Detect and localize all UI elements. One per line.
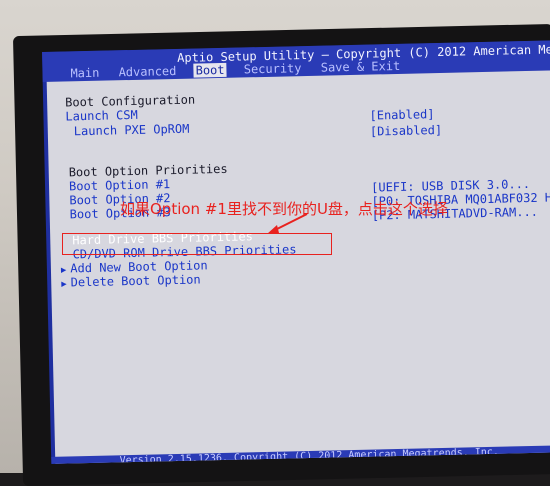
tab-boot[interactable]: Boot bbox=[193, 62, 227, 78]
launch-csm-item[interactable]: Launch CSM bbox=[65, 108, 138, 124]
submenu-arrow-icon: ▶ bbox=[61, 279, 67, 290]
tab-save-exit[interactable]: Save & Exit bbox=[319, 59, 403, 75]
delete-boot-option-item[interactable]: ▶ Delete Boot Option bbox=[61, 272, 201, 289]
delete-boot-option-label: Delete Boot Option bbox=[70, 272, 201, 290]
tab-main[interactable]: Main bbox=[68, 66, 101, 81]
submenu-arrow-icon: ▶ bbox=[60, 265, 67, 276]
launch-csm-value[interactable]: [Enabled] bbox=[369, 107, 434, 122]
boot-settings-panel: Boot Configuration Launch CSM [Enabled] … bbox=[46, 70, 550, 464]
annotation-arrow-icon bbox=[267, 213, 308, 234]
tab-security[interactable]: Security bbox=[242, 61, 304, 76]
section-boot-configuration: Boot Configuration bbox=[64, 92, 196, 110]
launch-pxe-value[interactable]: [Disabled] bbox=[370, 123, 443, 139]
launch-pxe-item[interactable]: Launch PXE OpROM bbox=[74, 122, 190, 139]
tab-advanced[interactable]: Advanced bbox=[116, 64, 178, 79]
